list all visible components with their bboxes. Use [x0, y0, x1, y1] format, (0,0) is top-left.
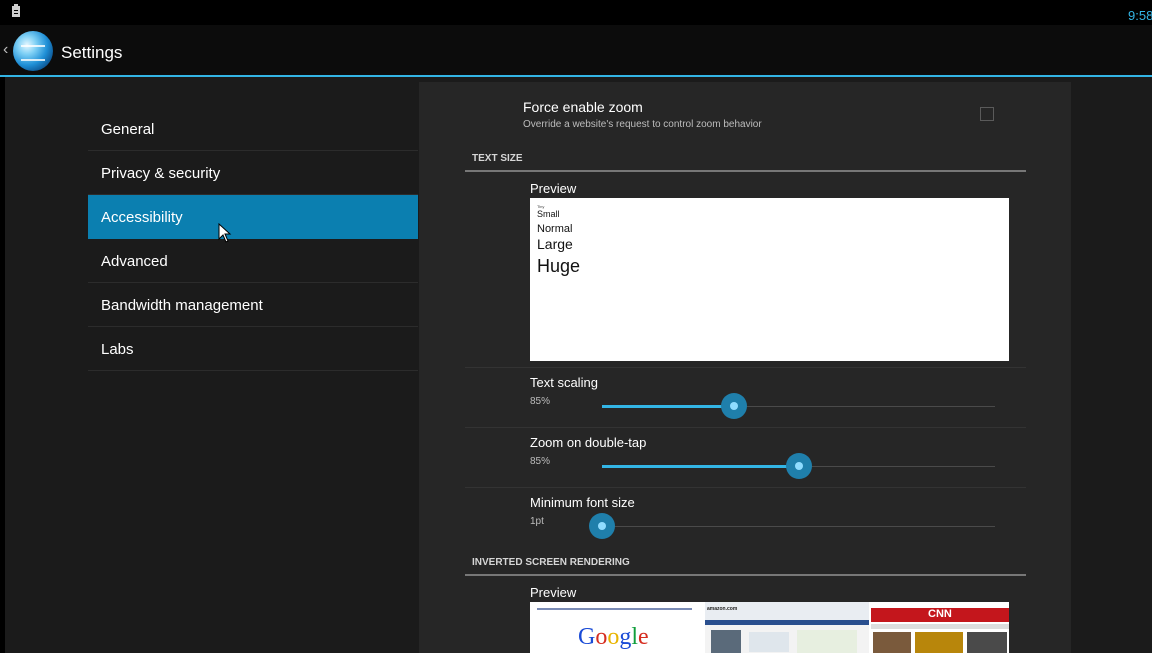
amazon-logo: amazon.com	[707, 606, 738, 612]
left-edge	[0, 77, 5, 653]
back-caret-icon[interactable]: ‹	[3, 40, 8, 60]
min-font-size-thumb[interactable]	[589, 513, 615, 539]
cnn-photo	[915, 632, 963, 653]
usb-storage-icon	[12, 4, 20, 17]
text-size-preview: Tiny Small Normal Large Huge	[530, 198, 1009, 361]
amazon-promo-block	[797, 630, 857, 653]
force-zoom-checkbox[interactable]	[980, 107, 994, 121]
cnn-screenshot: CNN	[871, 602, 1009, 653]
nav-item-label: Privacy & security	[101, 165, 221, 182]
nav-item-accessibility[interactable]: Accessibility	[88, 195, 418, 239]
zoom-double-tap-title: Zoom on double-tap	[530, 435, 647, 450]
status-bar: 9:58	[0, 0, 1152, 25]
min-font-size-track[interactable]	[602, 526, 995, 527]
min-font-size-title: Minimum font size	[530, 495, 635, 510]
cnn-logo: CNN	[928, 608, 952, 620]
text-size-divider	[465, 170, 1026, 172]
text-scaling-title: Text scaling	[530, 375, 598, 390]
divider	[465, 427, 1026, 428]
text-size-header: TEXT SIZE	[472, 153, 523, 164]
zoom-double-tap-value: 85%	[530, 456, 551, 467]
inverted-rendering-divider	[465, 574, 1026, 576]
preview-small: Small	[537, 209, 560, 219]
google-screenshot: Google	[530, 602, 703, 653]
zoom-double-tap-fill	[602, 465, 799, 468]
zoom-double-tap-thumb[interactable]	[785, 453, 812, 479]
preview-normal: Normal	[537, 223, 573, 235]
settings-nav: General Privacy & security Accessibility…	[88, 107, 418, 371]
nav-item-label: Accessibility	[101, 209, 183, 226]
preview-large: Large	[537, 236, 573, 252]
divider	[465, 367, 1026, 368]
preview-huge: Huge	[537, 256, 581, 276]
nav-item-label: Labs	[101, 341, 134, 358]
text-size-preview-label: Preview	[530, 181, 577, 196]
nav-item-general[interactable]: General	[88, 107, 418, 151]
amazon-kindle-image	[711, 630, 741, 653]
action-bar	[0, 25, 1152, 75]
cnn-photo	[967, 632, 1007, 653]
mouse-pointer-icon	[218, 223, 232, 243]
cnn-nav	[871, 624, 1009, 629]
nav-item-labs[interactable]: Labs	[88, 327, 418, 371]
inverted-preview-label: Preview	[530, 585, 577, 600]
amazon-nav-bar	[705, 620, 869, 625]
nav-item-label: General	[101, 121, 155, 138]
text-scaling-fill	[602, 405, 734, 408]
nav-item-advanced[interactable]: Advanced	[88, 239, 418, 283]
clock: 9:58	[1128, 8, 1152, 23]
page-title: Settings	[61, 43, 123, 62]
google-logo: Google	[578, 624, 649, 650]
inverted-preview: Google amazon.com CNN	[530, 602, 1009, 653]
amazon-promo-block	[749, 632, 789, 652]
cnn-photo	[873, 632, 911, 653]
browser-globe-icon[interactable]	[13, 31, 53, 71]
nav-item-label: Advanced	[101, 253, 168, 270]
amazon-screenshot: amazon.com	[705, 602, 869, 653]
force-zoom-title[interactable]: Force enable zoom	[523, 99, 643, 115]
force-zoom-summary: Override a website's request to control …	[523, 119, 762, 130]
inverted-rendering-header: INVERTED SCREEN RENDERING	[472, 557, 630, 568]
text-scaling-thumb[interactable]	[720, 393, 747, 419]
min-font-size-value: 1pt	[530, 516, 544, 527]
text-scaling-value: 85%	[530, 396, 551, 407]
nav-item-label: Bandwidth management	[101, 297, 263, 314]
google-top-links	[537, 608, 692, 610]
nav-item-bandwidth-management[interactable]: Bandwidth management	[88, 283, 418, 327]
nav-item-privacy-security[interactable]: Privacy & security	[88, 151, 418, 195]
divider	[465, 487, 1026, 488]
